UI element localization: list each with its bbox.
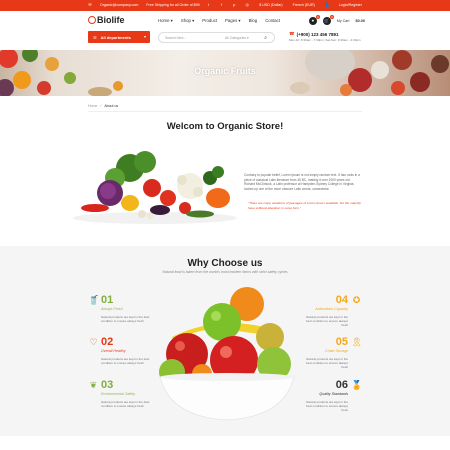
user-icon: 👤	[324, 2, 330, 7]
about-heading: Welcom to Organic Store!	[166, 121, 284, 132]
feature-number: 01	[101, 294, 114, 306]
leaf-icon: ❦	[89, 380, 98, 390]
feature-name: Environmental Safety	[101, 392, 136, 396]
social-links: t f p ◎	[206, 3, 249, 7]
juice-icon: 🥤	[88, 295, 100, 305]
nav-contact[interactable]: Contact	[265, 18, 280, 24]
cart-label[interactable]: My Cart	[337, 19, 350, 23]
topbar-shipping: Free Shipping for all Order of $99	[146, 3, 200, 7]
about-text: Contrary to popular belief, Lorem Ipsum …	[244, 173, 360, 191]
feature-desc: Natural products are kept in the best co…	[306, 400, 348, 412]
ribbon-icon: 🎗	[351, 337, 363, 347]
feature-desc: Natural products are kept in the best co…	[101, 400, 150, 408]
top-bar-right: t f p ◎ $ USD (Dollar) French (EUR) 👤 Lo…	[206, 2, 362, 8]
vegetables-image	[73, 151, 237, 224]
feature-name: Quality Standards	[319, 392, 348, 396]
cart-icon[interactable]: 🛒 0	[322, 15, 334, 25]
feature-number: 06	[335, 379, 348, 391]
wishlist-badge: 0	[315, 15, 320, 19]
departments-label: All departments	[100, 34, 131, 40]
category-select[interactable]: All Categories ▾	[225, 36, 249, 40]
feature-desc: Natural products are kept in the best co…	[101, 357, 150, 365]
why-subtitle: Natural food is taken from the world's m…	[162, 270, 288, 274]
phone-number[interactable]: ☎ (+900) 123 456 7891	[289, 31, 361, 37]
phone-block: ☎ (+900) 123 456 7891 Mon-Fri: 8:30am - …	[289, 31, 361, 42]
pinterest-icon[interactable]: p	[232, 3, 236, 7]
feature-name: Overall Healthy	[101, 349, 126, 353]
facebook-icon[interactable]: f	[219, 3, 223, 7]
menu-icon: ☰	[93, 34, 97, 40]
language-select[interactable]: French (EUR)	[293, 3, 315, 7]
nav-shop[interactable]: Shop ▾	[181, 18, 194, 24]
breadcrumb-current: About us	[104, 104, 119, 108]
cart-badge: 0	[329, 15, 334, 19]
phone-icon: ☎	[289, 31, 295, 36]
search-input[interactable]: Search here... All Categories ▾ ⌕	[158, 32, 275, 43]
top-bar: ✉ Organic@company.com Free Shipping for …	[0, 0, 450, 11]
cart-total: $0.00	[355, 19, 365, 23]
feature-name: Antioxidant Capacity	[315, 307, 348, 311]
feature-number: 03	[101, 379, 114, 391]
breadcrumb-home[interactable]: Home	[88, 104, 97, 108]
header: Biolife Home ▾ Shop ▾ Product Pages ▾ Bl…	[0, 11, 450, 31]
login-link[interactable]: Login/Register	[339, 3, 362, 7]
nav-home[interactable]: Home ▾	[158, 18, 173, 24]
search-icon[interactable]: ⌕	[264, 35, 267, 41]
feature-desc: Natural products are kept in the best co…	[306, 315, 348, 327]
topbar-email[interactable]: Organic@company.com	[100, 3, 138, 7]
why-title: Why Choose us	[187, 258, 263, 269]
email-icon: ✉	[88, 2, 92, 7]
instagram-icon[interactable]: ◎	[245, 3, 250, 7]
hero-title: Organic Fruits	[194, 66, 256, 76]
feature-desc: Natural products are kept in the best co…	[306, 357, 348, 369]
search-placeholder: Search here...	[165, 36, 187, 41]
medal-icon: ✪	[352, 295, 361, 305]
search-row: ☰ All departments ▾ Search here... All C…	[0, 31, 450, 48]
all-departments-button[interactable]: ☰ All departments ▾	[88, 31, 150, 43]
feature-number: 02	[101, 336, 114, 348]
feature-desc: Natural products are kept in the best co…	[101, 315, 150, 323]
chevron-down-icon: ▾	[143, 34, 146, 39]
breadcrumb-separator: /	[100, 104, 102, 108]
nav-blog[interactable]: Blog	[249, 18, 258, 24]
logo-icon	[88, 16, 96, 24]
heart-pulse-icon: ♡	[89, 337, 98, 347]
currency-select[interactable]: $ USD (Dollar)	[259, 3, 282, 7]
divider	[88, 111, 362, 112]
hero-banner: Organic Fruits	[0, 50, 450, 96]
nav-product[interactable]: Product	[202, 18, 217, 24]
opening-hours: Mon-Fri: 8:30am - 7:30pm; Sat-Sun: 9:30a…	[289, 38, 361, 42]
feature-number: 04	[335, 294, 348, 306]
breadcrumb: Home / About us	[88, 104, 118, 108]
site-logo[interactable]: Biolife	[88, 15, 125, 25]
feature-name: Always Fresh	[101, 307, 123, 311]
cart-area: ♥ 0 🛒 0 My Cart $0.00	[308, 15, 365, 25]
nav-pages[interactable]: Pages ▾	[225, 18, 241, 24]
award-icon: 🏅	[351, 380, 363, 390]
twitter-icon[interactable]: t	[206, 3, 210, 7]
feature-number: 05	[335, 336, 348, 348]
feature-name: Chain Storage	[325, 349, 348, 353]
about-quote: "There are many variations of passages o…	[248, 201, 361, 210]
main-nav: Home ▾ Shop ▾ Product Pages ▾ Blog Conta…	[158, 18, 280, 24]
logo-text: Biolife	[97, 15, 125, 25]
top-bar-left: ✉ Organic@company.com Free Shipping for …	[88, 2, 200, 8]
wishlist-icon[interactable]: ♥ 0	[308, 15, 320, 25]
fruit-bowl-image	[159, 287, 295, 421]
